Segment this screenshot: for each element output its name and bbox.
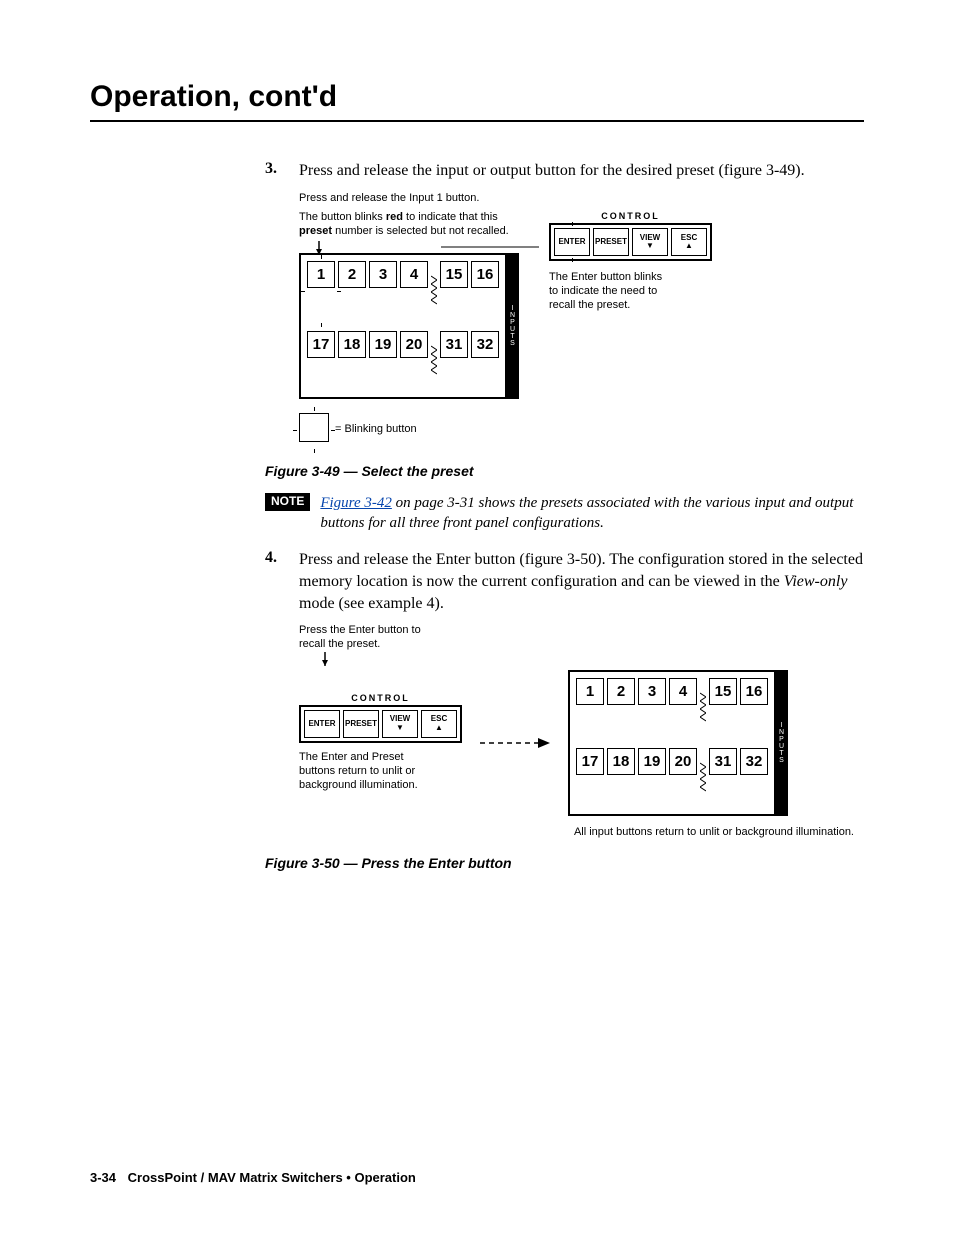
step-4-text: Press and release the Enter button (figu…	[299, 549, 864, 614]
step-3-number: 3.	[265, 160, 299, 182]
step-3: 3. Press and release the input or output…	[265, 160, 864, 182]
input-button-17: 17	[307, 331, 335, 358]
fig50-input-panel: 1 2 3 4 15 16 17 18 19 20	[568, 670, 788, 816]
break-indicator-icon	[700, 748, 706, 808]
break-indicator-icon	[431, 331, 437, 391]
control-panel-label: CONTROL	[299, 693, 462, 703]
fig49-annotation-top: Press and release the Input 1 button.	[299, 192, 864, 206]
note-text: Figure 3-42 on page 3-31 shows the prese…	[320, 493, 864, 534]
enter-button: ENTER	[304, 710, 340, 738]
fig49-input-panel: 1 2 3 4 15	[299, 253, 519, 399]
view-button: VIEW▼	[382, 710, 418, 738]
input-button-20: 20	[400, 331, 428, 358]
preset-button: PRESET	[593, 228, 629, 256]
control-panel-label: CONTROL	[549, 211, 712, 221]
fig50-annotation-top: Press the Enter button torecall the pres…	[299, 624, 864, 652]
fig49-left-block: The button blinks red to indicate that t…	[299, 211, 519, 447]
fig49-btn1-blinking: 1	[307, 261, 335, 321]
enter-button: ENTER	[554, 228, 590, 256]
fig50-below-note: The Enter and Preset buttons return to u…	[299, 751, 462, 792]
preset-button: PRESET	[343, 710, 379, 738]
fig49-right-note: The Enter button blinks to indicate the …	[549, 271, 712, 312]
footer-title: CrossPoint / MAV Matrix Switchers • Oper…	[128, 1170, 416, 1185]
page: Operation, cont'd 3. Press and release t…	[0, 0, 954, 1235]
esc-button: ESC▲	[421, 710, 457, 738]
fig49-arrow-icon	[299, 241, 539, 259]
input-button-3: 3	[638, 678, 666, 705]
fig49-legend: = Blinking button	[299, 413, 519, 447]
fig49-right-block: CONTROL ENTER PRESET VIEW▼ ESC▲	[549, 211, 712, 312]
fig49-legend-text: = Blinking button	[335, 423, 417, 437]
step-4: 4. Press and release the Enter button (f…	[265, 549, 864, 614]
input-button-1: 1	[576, 678, 604, 705]
dashed-arrow-icon	[480, 736, 550, 750]
fig49-left-note: The button blinks red to indicate that t…	[299, 211, 519, 239]
figure-3-49: Press and release the Input 1 button. Th…	[299, 192, 864, 447]
input-button-1: 1	[307, 261, 335, 288]
fig50-bottom-note: All input buttons return to unlit or bac…	[299, 826, 864, 840]
view-button: VIEW▼	[632, 228, 668, 256]
note-link[interactable]: Figure 3-42	[320, 495, 392, 511]
page-title: Operation, cont'd	[90, 80, 864, 114]
note-block: NOTE Figure 3-42 on page 3-31 shows the …	[265, 493, 864, 534]
page-number: 3-34	[90, 1170, 116, 1185]
inputs-side-label: INPUTS	[776, 670, 788, 816]
input-button-3: 3	[369, 261, 397, 288]
input-button-16: 16	[740, 678, 768, 705]
input-button-32: 32	[740, 748, 768, 775]
note-badge: NOTE	[265, 493, 310, 511]
input-button-20: 20	[669, 748, 697, 775]
figure-3-50: Press the Enter button torecall the pres…	[299, 624, 864, 839]
step-4-number: 4.	[265, 549, 299, 614]
input-button-32: 32	[471, 331, 499, 358]
input-button-31: 31	[709, 748, 737, 775]
esc-button: ESC▲	[671, 228, 707, 256]
input-button-19: 19	[638, 748, 666, 775]
input-button-16: 16	[471, 261, 499, 288]
inputs-side-label: INPUTS	[507, 253, 519, 399]
input-button-17: 17	[576, 748, 604, 775]
input-button-4: 4	[669, 678, 697, 705]
input-button-4: 4	[400, 261, 428, 288]
figure-3-49-caption: Figure 3-49 — Select the preset	[265, 463, 864, 479]
body-column: 3. Press and release the input or output…	[265, 160, 864, 871]
input-button-18: 18	[338, 331, 366, 358]
page-footer: 3-34 CrossPoint / MAV Matrix Switchers •…	[90, 1170, 416, 1185]
fig50-arrow-icon	[315, 652, 335, 670]
header-rule	[90, 120, 864, 122]
step-3-text: Press and release the input or output bu…	[299, 160, 805, 182]
fig49-enter-blinking: ENTER	[554, 228, 590, 256]
fig50-control-block: CONTROL ENTER PRESET VIEW▼ ESC▲ The Ente…	[299, 693, 462, 792]
input-button-31: 31	[440, 331, 468, 358]
input-button-15: 15	[709, 678, 737, 705]
break-indicator-icon	[431, 261, 437, 321]
input-button-2: 2	[607, 678, 635, 705]
input-button-19: 19	[369, 331, 397, 358]
page-header: Operation, cont'd	[90, 80, 864, 122]
input-button-2: 2	[338, 261, 366, 288]
figure-3-50-caption: Figure 3-50 — Press the Enter button	[265, 855, 864, 871]
input-button-15: 15	[440, 261, 468, 288]
break-indicator-icon	[700, 678, 706, 738]
input-button-18: 18	[607, 748, 635, 775]
